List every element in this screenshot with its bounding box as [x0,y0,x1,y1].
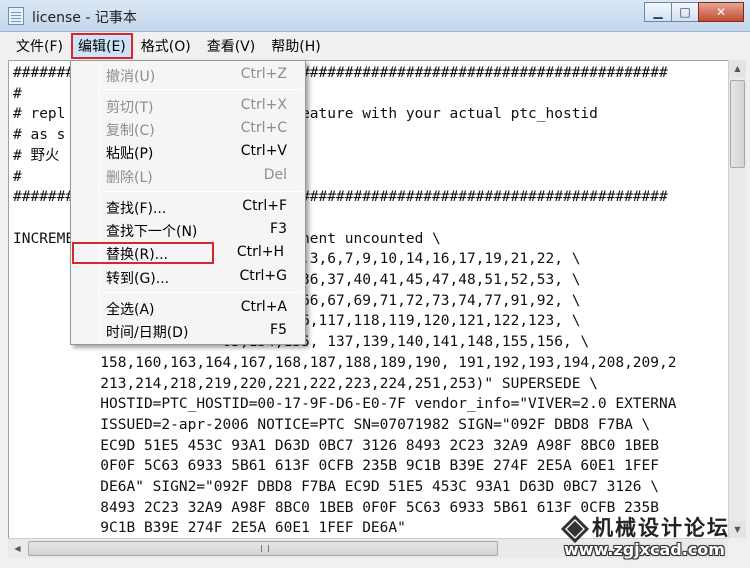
menu-item-label: 删除(L) [106,170,153,186]
menu-item-shortcut: Del [263,167,287,183]
menu-item-label: 复制(C) [106,123,155,139]
menu-item-copy[interactable]: 复制(C) Ctrl+C [73,118,303,140]
menu-separator [102,292,302,293]
document-line: 9C1B B39E 274F 2E5A 60E1 1FEF DE6A" [100,520,406,537]
menu-item-goto[interactable]: 转到(G)... Ctrl+G [73,266,303,288]
menu-bar: 文件(F) 编辑(E) 格式(O) 查看(V) 帮助(H) [0,32,750,60]
menu-item-shortcut: Ctrl+C [240,120,287,136]
document-line: # [13,85,22,102]
menu-item-time-date[interactable]: 时间/日期(D) F5 [73,320,303,342]
document-line: EC9D 51E5 453C 93A1 D63D 0BC7 3126 8493 … [100,437,660,454]
menu-item-find[interactable]: 查找(F)... Ctrl+F [73,196,303,218]
document-line: # as s [13,127,66,144]
menu-item-label: 撤消(U) [106,69,156,85]
menu-separator [102,89,302,90]
menu-item-replace[interactable]: 替换(R)... Ctrl+H [72,242,284,264]
watermark-url: www.zgjxcad.com [564,540,725,559]
document-line: 158,160,163,164,167,168,187,188,189,190,… [100,354,677,371]
menu-item-label: 转到(G)... [106,271,170,287]
menu-edit[interactable]: 编辑(E) [70,33,133,59]
menu-item-cut[interactable]: 剪切(T) Ctrl+X [73,95,303,117]
document-line: ISSUED=2-apr-2006 NOTICE=PTC SN=07071982… [100,416,651,433]
menu-item-shortcut: Ctrl+H [236,244,284,260]
document-line: HOSTID=PTC_HOSTID=00-17-9F-D6-E0-7F vend… [100,396,677,413]
scroll-left-icon[interactable]: ◀ [9,540,26,557]
menu-item-shortcut: F3 [270,221,287,237]
document-line: 213,214,218,219,220,221,222,223,224,251,… [100,375,598,392]
menu-item-shortcut: Ctrl+F [242,198,287,214]
watermark: 机械设计论坛 www.zgjxcad.com [560,510,746,562]
horizontal-scroll-thumb[interactable] [28,541,498,556]
menu-view[interactable]: 查看(V) [199,33,264,59]
notepad-icon [8,7,24,25]
menu-item-select-all[interactable]: 全选(A) Ctrl+A [73,297,303,319]
vertical-scroll-thumb[interactable] [730,80,745,168]
close-button[interactable]: ✕ [698,2,744,22]
scroll-up-icon[interactable]: ▲ [729,60,746,77]
menu-item-label: 粘贴(P) [106,146,154,162]
title-bar[interactable]: license - 记事本 ▁ □ ✕ [0,0,750,32]
menu-item-label: 查找(F)... [106,201,167,217]
menu-item-label: 查找下一个(N) [106,224,198,240]
vertical-scrollbar[interactable]: ▲ ▼ [728,60,746,538]
grip-icon [261,545,269,552]
menu-item-shortcut: Ctrl+Z [240,66,287,82]
menu-item-shortcut: Ctrl+G [239,268,288,284]
menu-item-label: 替换(R)... [106,247,169,263]
document-line: # [13,168,22,185]
menu-separator [102,191,302,192]
watermark-title: 机械设计论坛 [592,515,730,540]
window-controls: ▁ □ ✕ [644,2,744,22]
menu-item-undo[interactable]: 撤消(U) Ctrl+Z [73,64,303,86]
menu-item-shortcut: Ctrl+A [240,299,287,315]
menu-item-shortcut: F5 [270,322,287,338]
edit-menu-dropdown: 撤消(U) Ctrl+Z 剪切(T) Ctrl+X 复制(C) Ctrl+C 粘… [70,60,306,345]
menu-item-shortcut: Ctrl+V [240,143,287,159]
maximize-button[interactable]: □ [671,2,699,22]
menu-item-paste[interactable]: 粘贴(P) Ctrl+V [73,141,303,163]
menu-item-delete[interactable]: 删除(L) Del [73,165,303,187]
menu-item-label: 全选(A) [106,302,155,318]
document-line: DE6A" SIGN2="092F DBD8 F7BA EC9D 51E5 45… [100,479,660,496]
menu-item-shortcut: Ctrl+X [240,97,287,113]
document-line: 0F0F 5C63 6933 5B61 613F 0CFB 235B 9C1B … [100,458,660,475]
menu-help[interactable]: 帮助(H) [263,33,328,59]
minimize-button[interactable]: ▁ [644,2,672,22]
menu-file[interactable]: 文件(F) [8,33,71,59]
menu-item-label: 剪切(T) [106,100,154,116]
window-title: license - 记事本 [32,10,137,26]
menu-item-label: 时间/日期(D) [106,325,189,341]
menu-format[interactable]: 格式(O) [133,33,199,59]
menu-item-find-next[interactable]: 查找下一个(N) F3 [73,219,303,241]
